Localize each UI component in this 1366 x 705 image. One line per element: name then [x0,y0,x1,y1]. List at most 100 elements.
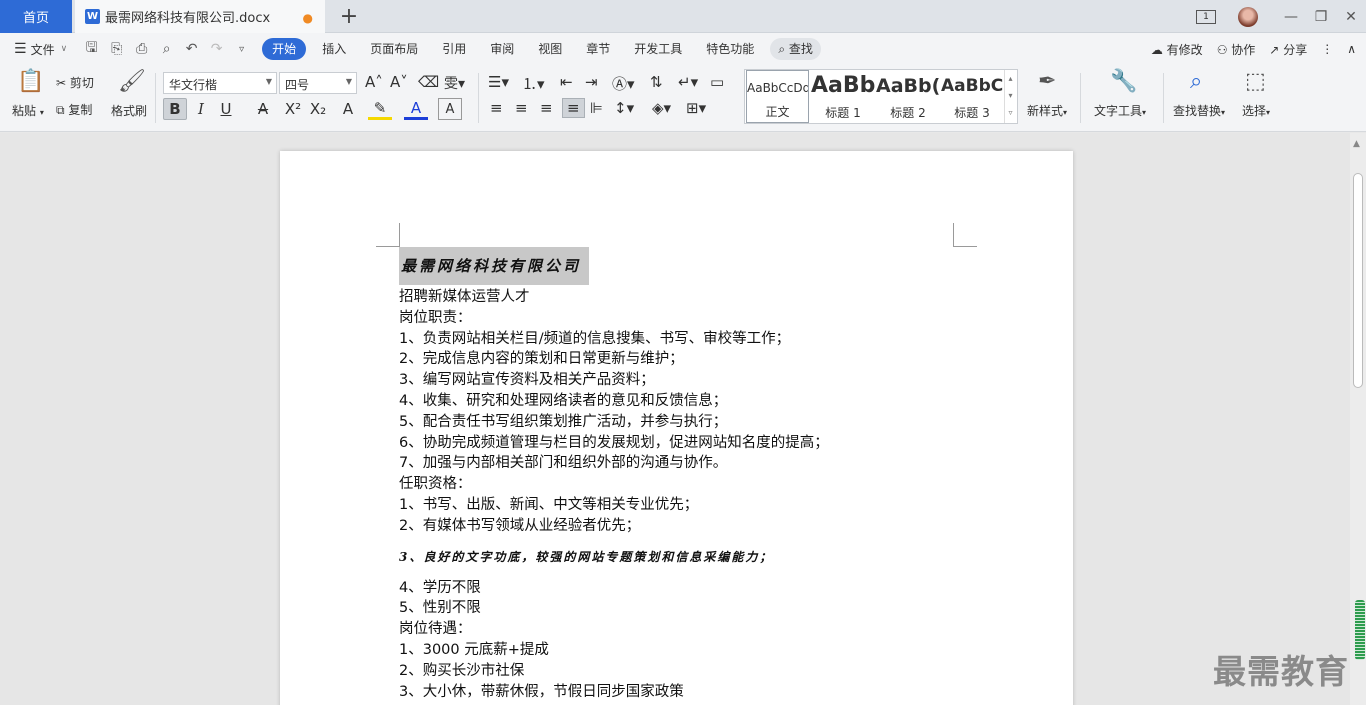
doc-line[interactable]: 任职资格： [399,474,959,495]
window-counter-icon[interactable]: 1 [1196,9,1216,24]
changes-button[interactable]: ☁ 有修改 [1151,41,1203,58]
doc-line[interactable]: 4、学历不限 [399,578,959,599]
doc-line-styled[interactable]: 3、良好的文字功底，较强的网站专题策划和信息采编能力； [399,537,959,578]
document-page[interactable]: 最需网络科技有限公司 招聘新媒体运营人才 岗位职责： 1、负责网站相关栏目/频道… [280,151,1073,705]
scrollbar-thumb[interactable] [1353,173,1363,388]
doc-line[interactable]: 1、负责网站相关栏目/频道的信息搜集、书写、审校等工作； [399,329,959,350]
highlight-button[interactable]: ✎ [368,98,392,120]
shrink-font-icon[interactable]: A˅ [390,73,408,91]
new-style-button[interactable]: 新样式▾ [1027,102,1067,119]
paste-icon[interactable]: 📋 [17,69,44,94]
document-body[interactable]: 最需网络科技有限公司 招聘新媒体运营人才 岗位职责： 1、负责网站相关栏目/频道… [399,247,959,702]
new-tab-button[interactable]: + [338,3,360,29]
file-menu-button[interactable]: ☰ 文件 ∨ [14,41,67,58]
doc-line[interactable]: 岗位职责： [399,308,959,329]
more-icon[interactable]: ⋮ [1321,42,1333,56]
style-normal[interactable]: AaBbCcDd 正文 [746,70,809,123]
save-icon[interactable]: 🖫 [79,37,104,61]
show-marks-icon[interactable]: ↵▾ [678,73,698,91]
distributed-align-icon[interactable]: ⊫ [590,99,603,117]
tab-developer[interactable]: 开发工具 [622,38,694,60]
paste-button[interactable]: 粘贴 ▾ [12,102,44,119]
doc-line[interactable]: 岗位待遇： [399,619,959,640]
tab-document[interactable]: W 最需网络科技有限公司.docx ● [75,0,325,33]
strikethrough-button[interactable]: A [251,98,275,120]
doc-line[interactable]: 招聘新媒体运营人才 [399,287,959,308]
restore-icon[interactable]: ❐ [1306,0,1336,33]
collaborate-button[interactable]: ⚇ 协作 [1217,41,1256,58]
doc-line[interactable]: 1、3000 元底薪+提成 [399,640,959,661]
font-color-button[interactable]: A [404,98,428,120]
style-heading-1[interactable]: AaBb 标题 1 [811,70,875,123]
undo-icon[interactable]: ↶ [179,41,204,57]
format-painter-button[interactable]: 格式刷 [111,102,147,119]
document-title-selected[interactable]: 最需网络科技有限公司 [399,247,590,285]
grow-font-icon[interactable]: A˄ [365,73,383,91]
minimize-icon[interactable]: — [1276,0,1306,33]
tab-home[interactable]: 首页 [0,0,72,33]
format-painter-icon[interactable]: 🖌 [118,69,146,94]
doc-line[interactable]: 6、协助完成频道管理与栏目的发展规划，促进网站知名度的提高； [399,433,959,454]
style-heading-3[interactable]: AaBbC 标题 3 [941,70,1003,123]
text-tools-button[interactable]: 文字工具▾ [1094,102,1146,119]
tab-start[interactable]: 开始 [262,38,307,60]
align-center-icon[interactable]: ≡ [515,99,528,117]
scroll-up-icon[interactable]: ▲ [1353,139,1360,149]
avatar[interactable] [1238,6,1258,27]
numbering-icon[interactable]: ⒈▾ [522,73,545,94]
font-size-select[interactable]: 四号 ▼ [279,72,357,94]
export-pdf-icon[interactable]: ⎘ [104,41,129,57]
doc-line[interactable]: 7、加强与内部相关部门和组织外部的沟通与协作。 [399,453,959,474]
doc-line[interactable]: 2、购买长沙市社保 [399,661,959,682]
customize-dropdown-icon[interactable]: ▿ [229,44,254,55]
italic-button[interactable]: I [189,98,213,120]
doc-line[interactable]: 5、配合责任书写组织策划推广活动，并参与执行； [399,412,959,433]
sort-icon[interactable]: ⇅ [650,73,663,91]
tab-review[interactable]: 审阅 [478,38,526,60]
char-border-button[interactable]: A [438,98,462,120]
share-button[interactable]: ↗ 分享 [1269,41,1307,58]
decrease-indent-icon[interactable]: ⇤ [560,73,573,91]
find-replace-icon[interactable]: ⌕ [1190,69,1202,94]
font-name-select[interactable]: 华文行楷 ▼ [163,72,277,94]
clear-format-icon[interactable]: ⌫ [418,73,439,91]
doc-line[interactable]: 2、完成信息内容的策划和日常更新与维护； [399,349,959,370]
copy-button[interactable]: ⧉ 复制 [56,101,92,118]
justify-icon[interactable]: ≡ [562,98,585,118]
doc-line[interactable]: 4、收集、研究和处理网络读者的意见和反馈信息； [399,391,959,412]
text-tools-icon[interactable]: 🔧 [1110,69,1137,94]
tab-page-layout[interactable]: 页面布局 [358,38,430,60]
tab-insert[interactable]: 插入 [310,38,358,60]
styles-scroll-icon[interactable]: ▴ ▾ ▿ [1004,70,1016,123]
close-icon[interactable]: ✕ [1336,0,1366,33]
tab-section[interactable]: 章节 [574,38,622,60]
tab-special-features[interactable]: 特色功能 [694,38,766,60]
chinese-layout-icon[interactable]: Ⓐ▾ [612,73,635,94]
doc-line[interactable]: 3、编写网站宣传资料及相关产品资料； [399,370,959,391]
increase-indent-icon[interactable]: ⇥ [585,73,598,91]
doc-line[interactable]: 3、大小休，带薪休假，节假日同步国家政策 [399,682,959,703]
redo-icon[interactable]: ↷ [204,41,229,57]
borders-icon[interactable]: ⊞▾ [686,99,706,117]
select-button[interactable]: 选择▾ [1242,102,1270,119]
underline-button[interactable]: U [214,98,238,120]
ruler-icon[interactable]: ▭ [710,73,724,91]
line-spacing-icon[interactable]: ↕▾ [614,99,634,117]
doc-line[interactable]: 5、性别不限 [399,598,959,619]
subscript-button[interactable]: X₂ [306,98,330,120]
tab-references[interactable]: 引用 [430,38,478,60]
shading-icon[interactable]: ◈▾ [652,99,671,117]
collapse-ribbon-icon[interactable]: ∧ [1347,42,1356,56]
print-preview-icon[interactable]: ⌕ [154,41,179,57]
superscript-button[interactable]: X² [281,98,305,120]
align-left-icon[interactable]: ≡ [490,99,503,117]
search-command-button[interactable]: ⌕ 查找 [770,38,821,60]
phonetic-guide-icon[interactable]: 雯▾ [444,73,465,93]
bullets-icon[interactable]: ☰▾ [488,73,509,91]
doc-line[interactable]: 1、书写、出版、新闻、中文等相关专业优先； [399,495,959,516]
find-replace-button[interactable]: 查找替换▾ [1173,102,1225,119]
tab-view[interactable]: 视图 [526,38,574,60]
new-style-icon[interactable]: ✒ [1038,69,1056,94]
style-heading-2[interactable]: AaBb( 标题 2 [876,70,940,123]
bold-button[interactable]: B [163,98,187,120]
